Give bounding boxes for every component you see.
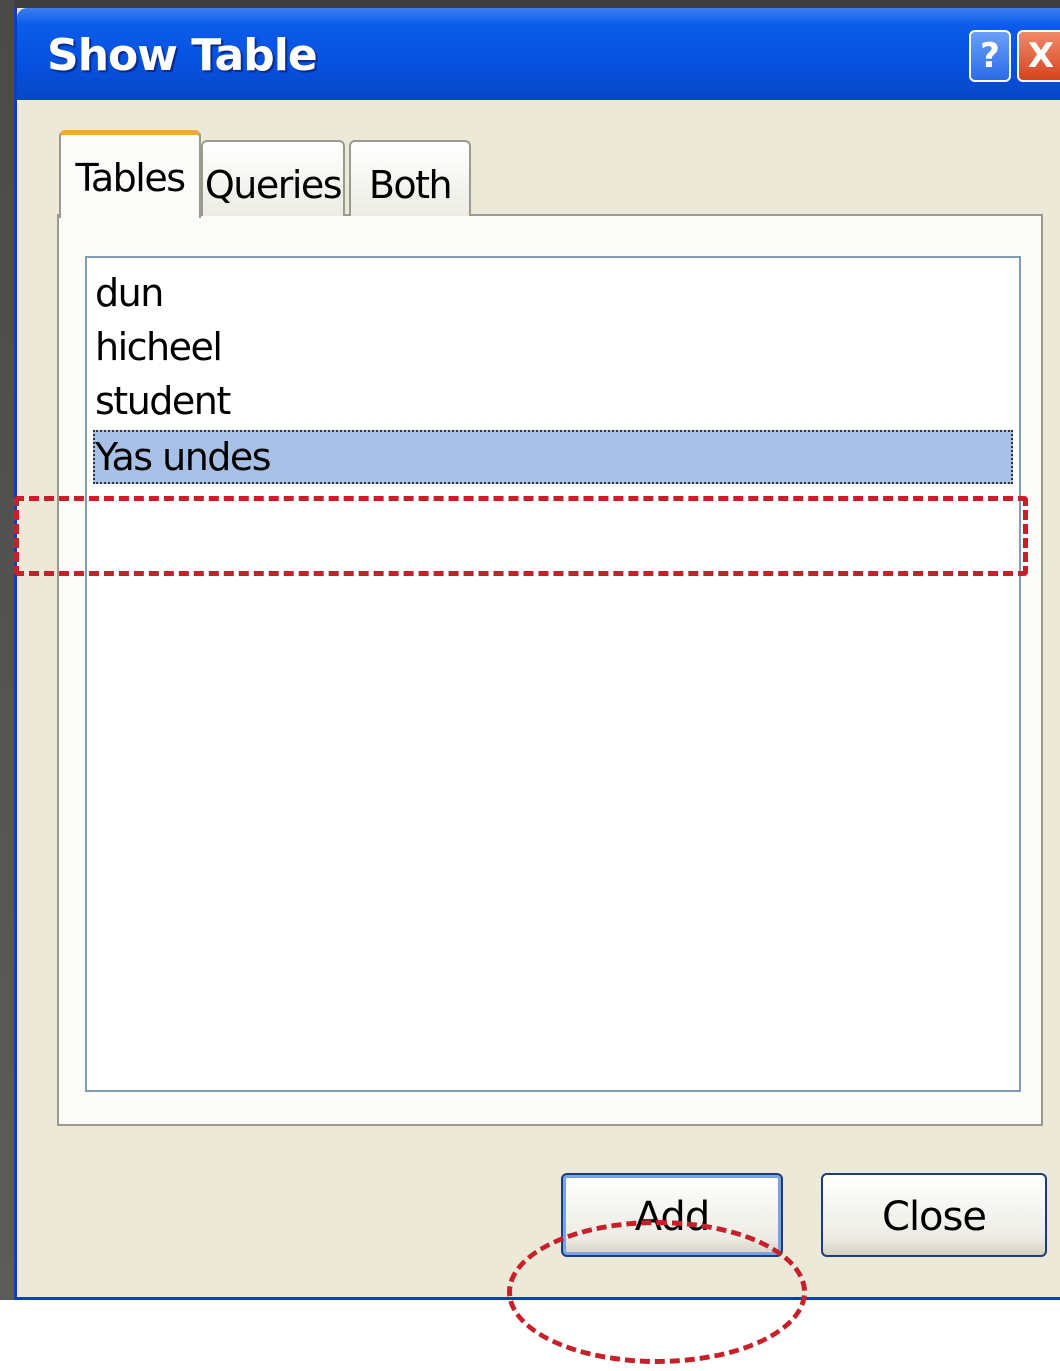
help-icon[interactable]: ? bbox=[969, 30, 1011, 82]
title-bar[interactable]: Show Table ? X bbox=[17, 8, 1060, 100]
annotation-dashed-rectangle bbox=[14, 496, 1028, 576]
tab-tables[interactable]: Tables bbox=[59, 130, 201, 218]
list-item-student[interactable]: student bbox=[93, 374, 1013, 428]
annotation-dashed-ellipse bbox=[507, 1220, 807, 1364]
tab-queries[interactable]: Queries bbox=[201, 140, 345, 216]
list-item-dun[interactable]: dun bbox=[93, 266, 1013, 320]
list-item-yas-undes[interactable]: Yas undes bbox=[93, 430, 1013, 484]
tab-both[interactable]: Both bbox=[349, 140, 471, 216]
close-button[interactable]: Close bbox=[821, 1173, 1047, 1257]
slide-background-top bbox=[0, 0, 1060, 8]
slide-background-left bbox=[0, 0, 14, 1310]
dialog-title: Show Table bbox=[47, 30, 318, 81]
show-table-dialog: Show Table ? X Tables Queries Both dun h… bbox=[14, 8, 1060, 1300]
list-item-hicheel[interactable]: hicheel bbox=[93, 320, 1013, 374]
close-icon[interactable]: X bbox=[1017, 30, 1060, 82]
tables-list[interactable]: dun hicheel student Yas undes bbox=[85, 256, 1021, 1092]
